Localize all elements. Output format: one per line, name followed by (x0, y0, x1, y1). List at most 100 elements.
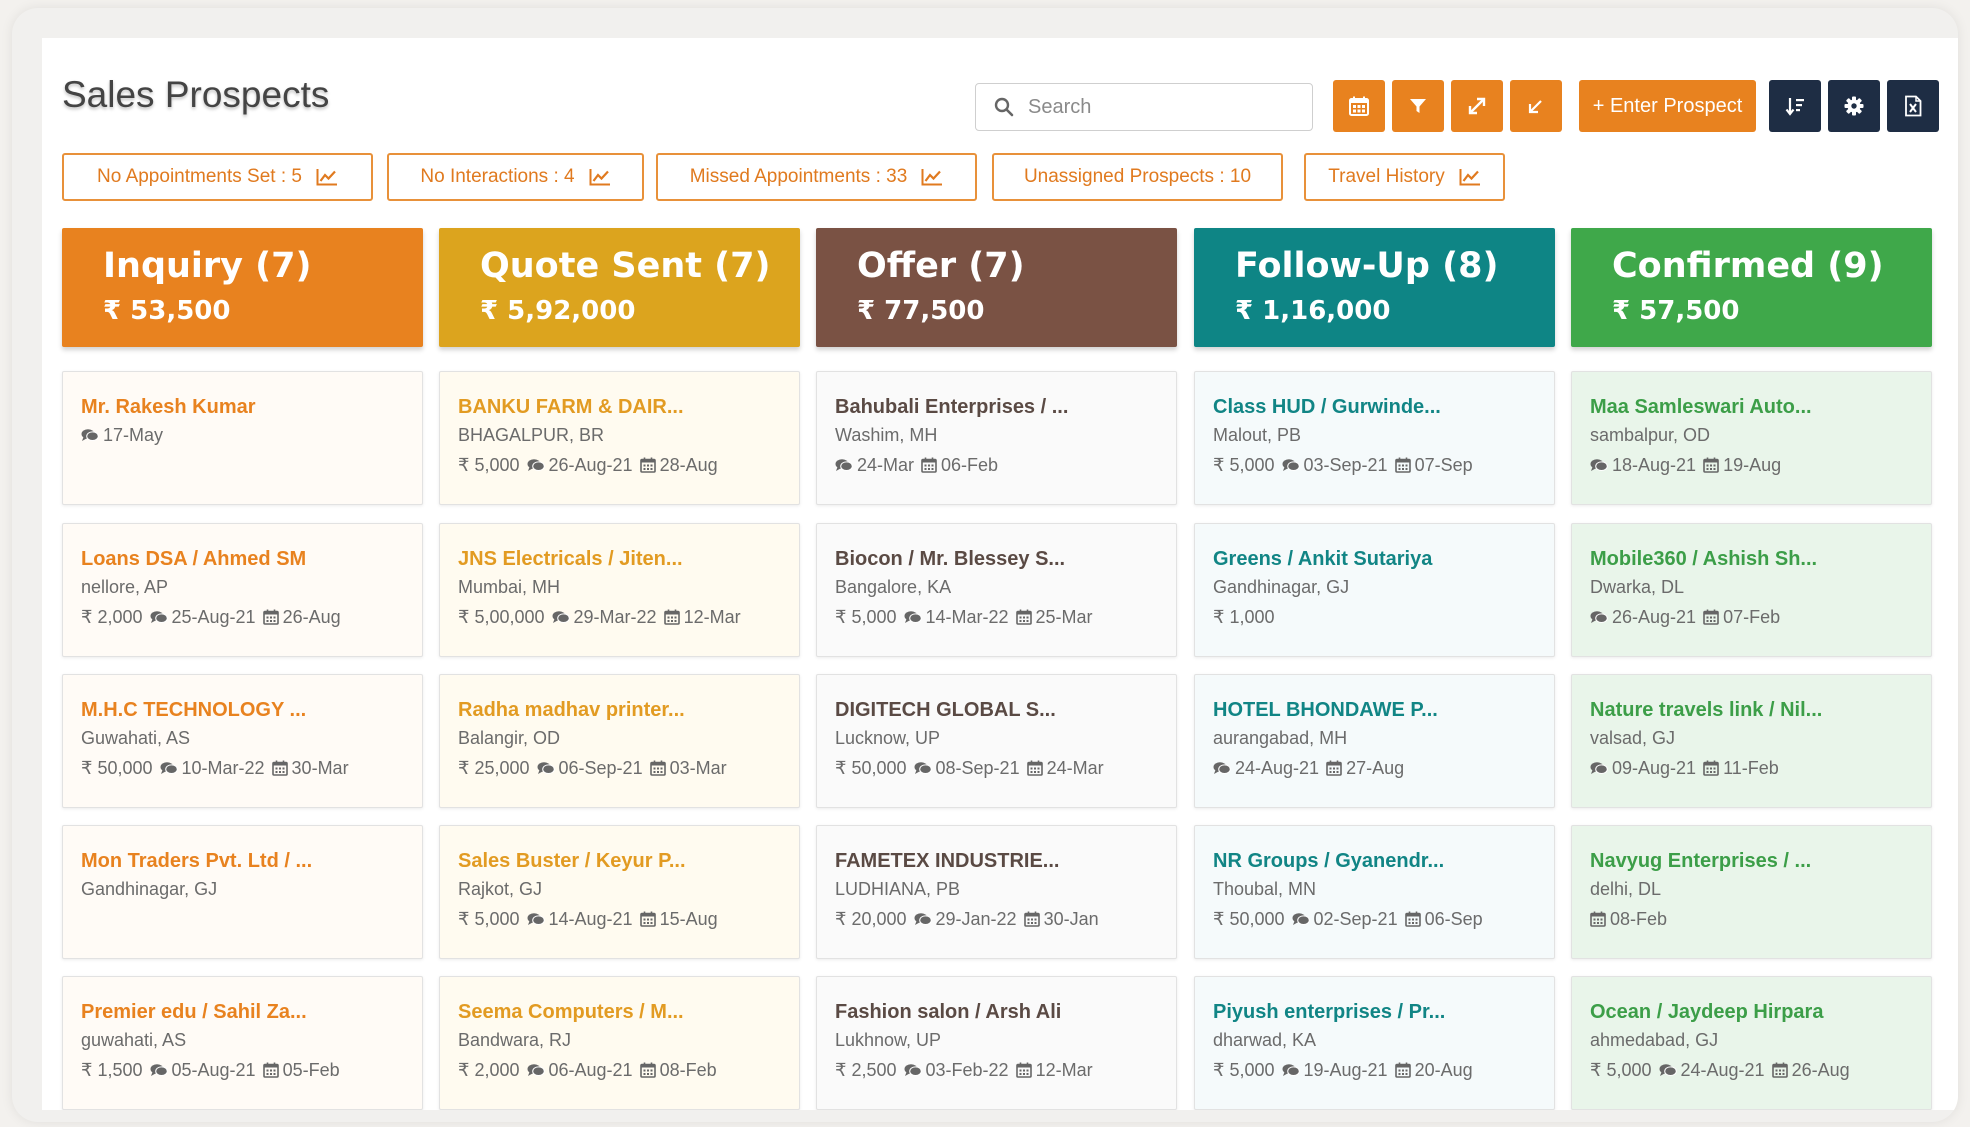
prospect-name: BANKU FARM & DAIR... (458, 396, 684, 418)
prospect-location: Mumbai, MH (458, 577, 561, 597)
deal-amount: ₹ 1,500 (81, 1060, 143, 1080)
comments-icon (160, 761, 178, 776)
prospect-location: Bandwara, RJ (458, 1030, 572, 1050)
filter-chip-no-interactions[interactable]: No Interactions : 4 (387, 153, 644, 201)
last-interaction-date: 24-Mar (857, 455, 915, 475)
expand-icon (1468, 97, 1486, 115)
filter-button[interactable] (1392, 80, 1444, 132)
sort-button[interactable] (1769, 80, 1821, 132)
prospect-card[interactable]: DIGITECH GLOBAL S... Lucknow, UP ₹ 50,000 0… (816, 674, 1177, 808)
column-total-amount: ₹ 53,500 (103, 296, 231, 326)
search-box[interactable] (975, 83, 1313, 131)
prospect-location: Balangir, OD (458, 728, 561, 748)
search-input[interactable] (1028, 95, 1298, 119)
prospect-card[interactable]: Seema Computers / M... Bandwara, RJ ₹ 2,00… (439, 976, 800, 1110)
prospect-location: nellore, AP (81, 577, 169, 597)
appointment-date: 07-Feb (1723, 607, 1781, 627)
prospect-card[interactable]: Radha madhav printer... Balangir, OD ₹ 25,… (439, 674, 800, 808)
prospect-card[interactable]: JNS Electricals / Jiten... Mumbai, MH ₹ 5,… (439, 523, 800, 657)
column-header-confirmed[interactable]: Confirmed (9) ₹ 57,500 (1571, 228, 1932, 347)
prospect-card[interactable]: Loans DSA / Ahmed SM nellore, AP ₹ 2,000 25… (62, 523, 423, 657)
collapse-button[interactable] (1510, 80, 1562, 132)
appointment-date: 11-Feb (1723, 758, 1779, 778)
deal-amount: ₹ 5,000 (1590, 1060, 1652, 1080)
prospect-card[interactable]: Nature travels link / Nil... valsad, GJ 09… (1571, 674, 1932, 808)
filter-chip-label: Unassigned Prospects : 10 (1023, 166, 1252, 187)
appointment-date: 20-Aug (1414, 1060, 1473, 1080)
column-header-offer[interactable]: Offer (7) ₹ 77,500 (816, 228, 1177, 347)
filter-chip-no-appointments[interactable]: No Appointments Set : 5 (62, 153, 373, 201)
prospect-meta: ₹ 5,000 14-Mar-22 25-Mar (835, 605, 1176, 629)
prospect-name: JNS Electricals / Jiten... (458, 548, 683, 570)
prospect-location: ahmedabad, GJ (1590, 1030, 1719, 1050)
prospect-location: Lukhnow, UP (835, 1030, 942, 1050)
calendar-icon (1015, 609, 1032, 625)
calendar-icon (639, 911, 656, 927)
deal-amount: ₹ 5,000 (458, 455, 520, 475)
comments-icon (1282, 458, 1300, 473)
column-title: Quote Sent (7) (480, 246, 771, 286)
deal-amount: ₹ 5,000 (1213, 455, 1275, 475)
calendar-icon (1771, 1062, 1788, 1078)
prospect-card[interactable]: Greens / Ankit Sutariya Gandhinagar, GJ ₹ … (1194, 523, 1555, 657)
calendar-icon (1394, 457, 1411, 473)
calendar-icon (1703, 609, 1719, 625)
last-interaction-date: 26-Aug-21 (548, 455, 633, 475)
last-interaction-date: 29-Mar-22 (573, 607, 657, 627)
prospect-card[interactable]: NR Groups / Gyanendr... Thoubal, MN ₹ 50,0… (1194, 825, 1555, 959)
enter-prospect-button[interactable]: + Enter Prospect (1579, 80, 1756, 132)
prospect-card[interactable]: Maa Samleswari Auto... sambalpur, OD 18-Au… (1571, 371, 1932, 505)
calendar-icon (1349, 96, 1369, 116)
comments-icon (552, 610, 570, 625)
prospect-card[interactable]: Piyush enterprises / Pr... dharwad, KA ₹ 5… (1194, 976, 1555, 1110)
deal-amount: ₹ 5,000 (835, 607, 897, 627)
appointment-date: 12-Mar (1035, 1060, 1093, 1080)
calendar-button[interactable] (1333, 80, 1385, 132)
prospect-name: Mon Traders Pvt. Ltd / ... (81, 850, 313, 872)
prospect-card[interactable]: Navyug Enterprises / ... delhi, DL 08-Feb (1571, 825, 1932, 959)
prospect-card[interactable]: Fashion salon / Arsh Ali Lukhnow, UP ₹ 2,5… (816, 976, 1177, 1110)
excel-export-button[interactable] (1887, 80, 1939, 132)
prospect-card[interactable]: Sales Buster / Keyur P... Rajkot, GJ ₹ 5,0… (439, 825, 800, 959)
last-interaction-date: 05-Aug-21 (171, 1060, 256, 1080)
appointment-date: 26-Aug (282, 607, 341, 627)
prospect-card[interactable]: Mobile360 / Ashish Sh... Dwarka, DL 26-Aug… (1571, 523, 1932, 657)
prospect-card[interactable]: HOTEL BHONDAWE P... aurangabad, MH 24-Aug-… (1194, 674, 1555, 808)
prospect-card[interactable]: Biocon / Mr. Blessey S... Bangalore, KA ₹ … (816, 523, 1177, 657)
filter-chip-label: No Appointments Set : 5 (97, 166, 302, 187)
filter-chip-missed-appointments[interactable]: Missed Appointments : 33 (656, 153, 977, 201)
prospect-card[interactable]: BANKU FARM & DAIR... BHAGALPUR, BR ₹ 5,000… (439, 371, 800, 505)
prospect-card[interactable]: Mon Traders Pvt. Ltd / ... Gandhinagar, G… (62, 825, 423, 959)
prospect-name: DIGITECH GLOBAL S... (835, 699, 1056, 721)
prospect-card[interactable]: Premier edu / Sahil Za... guwahati, AS ₹ 1… (62, 976, 423, 1110)
prospect-location: Gandhinagar, GJ (81, 879, 218, 899)
comments-icon (81, 428, 99, 443)
column-header-follow-up[interactable]: Follow-Up (8) ₹ 1,16,000 (1194, 228, 1555, 347)
appointment-date: 19-Aug (1723, 455, 1782, 475)
prospect-name: FAMETEX INDUSTRIE... (835, 850, 1060, 872)
prospect-card[interactable]: Class HUD / Gurwinde... Malout, PB ₹ 5,000… (1194, 371, 1555, 505)
line-chart-icon (1459, 169, 1480, 186)
prospect-name: Radha madhav printer... (458, 699, 685, 721)
prospect-name: Navyug Enterprises / ... (1590, 850, 1812, 872)
column-header-quote-sent[interactable]: Quote Sent (7) ₹ 5,92,000 (439, 228, 800, 347)
filter-chip-travel-history[interactable]: Travel History (1304, 153, 1505, 201)
comments-icon (914, 761, 932, 776)
prospect-card[interactable]: Ocean / Jaydeep Hirpara ahmedabad, GJ ₹ 5,… (1571, 976, 1932, 1110)
prospect-meta: ₹ 5,000 26-Aug-21 28-Aug (458, 453, 799, 477)
prospect-card[interactable]: M.H.C TECHNOLOGY ... Guwahati, AS ₹ 50,000… (62, 674, 423, 808)
column-header-inquiry[interactable]: Inquiry (7) ₹ 53,500 (62, 228, 423, 347)
expand-button[interactable] (1451, 80, 1503, 132)
prospect-card[interactable]: Mr. Rakesh Kumar 17-May (62, 371, 423, 505)
settings-button[interactable] (1828, 80, 1880, 132)
comments-icon (1213, 761, 1231, 776)
filter-chip-unassigned-prospects[interactable]: Unassigned Prospects : 10 (992, 153, 1283, 201)
column-total-amount: ₹ 5,92,000 (480, 296, 636, 326)
prospect-card[interactable]: Bahubali Enterprises / ... Washim, MH 24-M… (816, 371, 1177, 505)
prospect-meta: 17-May (81, 423, 422, 447)
prospect-meta: ₹ 2,500 03-Feb-22 12-Mar (835, 1058, 1176, 1082)
page-title: Sales Prospects (62, 74, 330, 115)
last-interaction-date: 02-Sep-21 (1313, 909, 1398, 929)
prospect-card[interactable]: FAMETEX INDUSTRIE... LUDHIANA, PB ₹ 20,000… (816, 825, 1177, 959)
deal-amount: ₹ 1,000 (1213, 607, 1275, 627)
